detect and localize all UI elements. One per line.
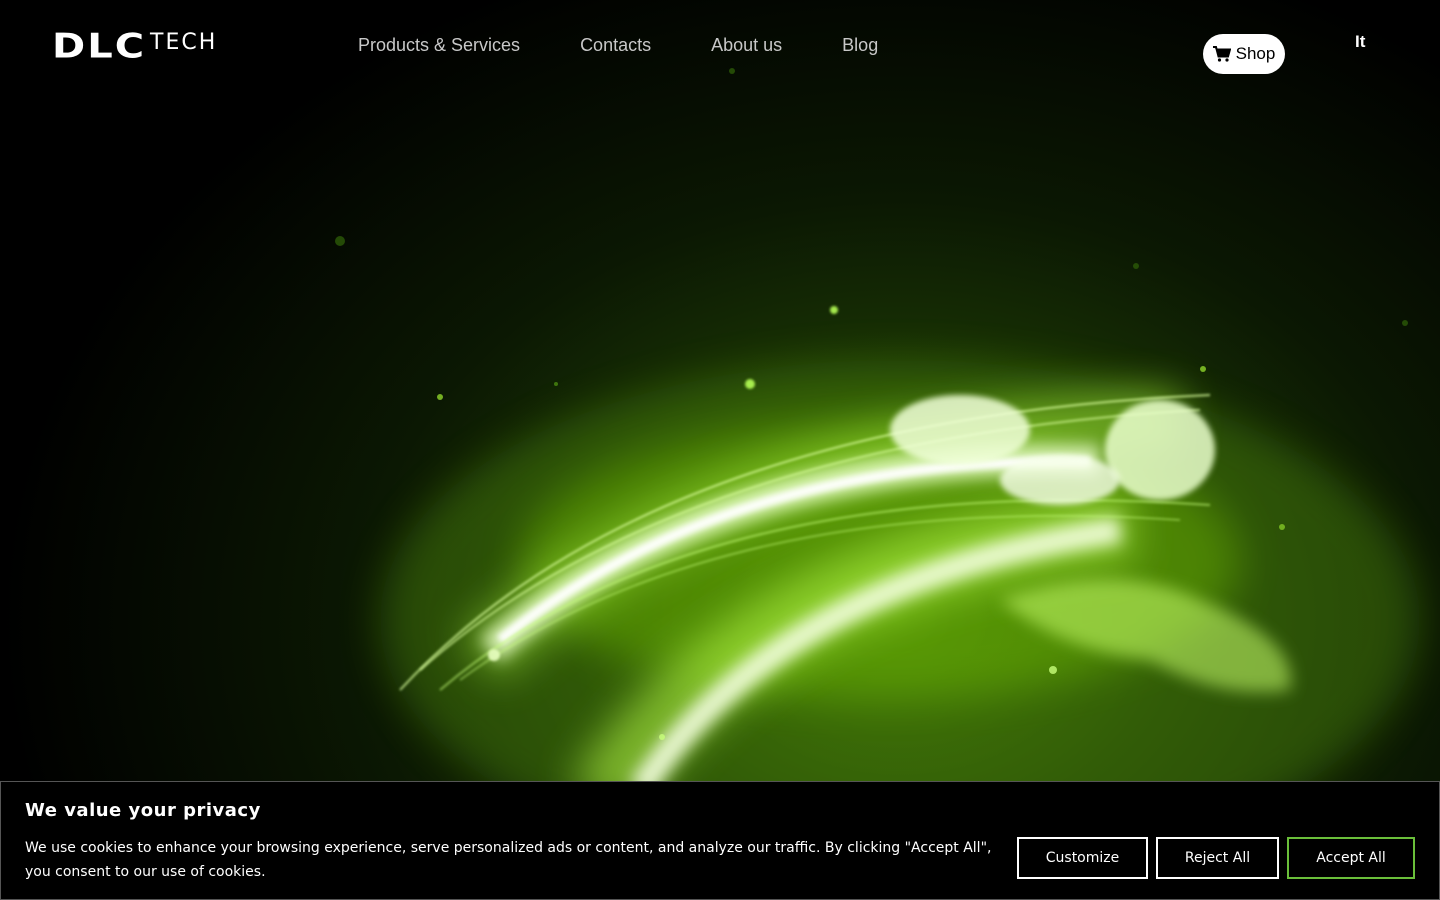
- accept-all-button[interactable]: Accept All: [1287, 837, 1415, 879]
- customize-button[interactable]: Customize: [1017, 837, 1148, 879]
- cookie-text: We use cookies to enhance your browsing …: [25, 840, 992, 880]
- shop-label: Shop: [1235, 44, 1276, 63]
- nav-item-contacts[interactable]: Contacts: [580, 34, 651, 56]
- hero-light-streak-image: [335, 68, 1420, 880]
- cookie-consent-banner: We value your privacy We use cookies to …: [0, 781, 1440, 900]
- main-nav: Products & Services Contacts About us Bl…: [358, 34, 938, 56]
- dlc-tech-logo[interactable]: DLC TECH: [52, 26, 218, 66]
- logo-main-text: DLC: [52, 26, 147, 66]
- cookie-title: We value your privacy: [25, 800, 261, 821]
- language-switch[interactable]: It: [1355, 32, 1365, 52]
- nav-item-products-services[interactable]: Products & Services: [358, 34, 520, 56]
- page: DLC TECH Products & Services Contacts Ab…: [0, 0, 1440, 900]
- cart-icon: [1212, 46, 1231, 62]
- shop-button[interactable]: Shop: [1203, 34, 1285, 74]
- logo-sub-text: TECH: [150, 30, 218, 55]
- nav-item-about-us[interactable]: About us: [711, 34, 782, 56]
- nav-item-blog[interactable]: Blog: [842, 34, 878, 56]
- reject-all-button[interactable]: Reject All: [1156, 837, 1279, 879]
